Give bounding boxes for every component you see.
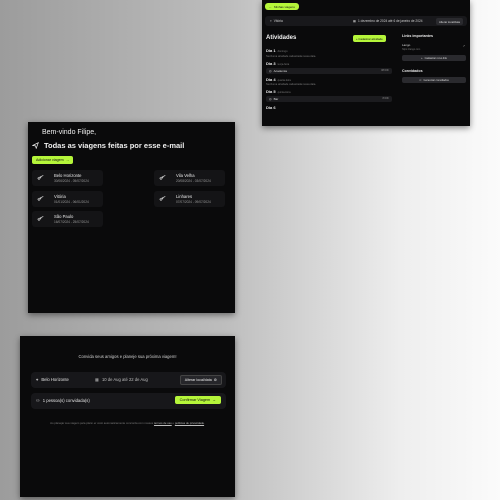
trip-dates: 01/01/2024 - 06/01/2024 <box>54 200 89 204</box>
trip-dates: 07/07/2024 - 09/07/2024 <box>176 200 211 204</box>
manage-guests-label: Gerenciar convidados <box>423 78 449 82</box>
trip-location-row: ⌖ Belo Horizonte ▦ 10 de Aug até 22 de A… <box>31 372 226 388</box>
guests-count-text: 1 pessoa(s) convidada(s) <box>42 398 90 403</box>
plane-icon <box>37 195 44 202</box>
activity-time: 8:00h <box>382 97 390 101</box>
guests-field[interactable]: ⚇ 1 pessoa(s) convidada(s) <box>36 398 90 403</box>
activity-item[interactable]: ◎ Academia 08:00h <box>266 67 392 74</box>
trip-card[interactable]: Vitória 01/01/2024 - 06/01/2024 <box>32 191 103 207</box>
empty-day-text: Nenhuma atividade cadastrada nessa data. <box>266 83 317 86</box>
day-heading: Dia 3 terça-feira <box>266 60 290 66</box>
my-trips-button[interactable]: ← Minhas viagens <box>265 3 299 10</box>
add-trip-button[interactable]: Adicionar viagem → <box>32 156 74 164</box>
day-heading: Dia 4 quarta-feira <box>266 76 291 82</box>
trip-dates: 16/07/2024 - 25/07/2024 <box>54 220 89 224</box>
calendar-icon: ▦ <box>95 377 99 382</box>
trip-name: Belo Horizonte <box>54 173 82 178</box>
trip-card[interactable]: Linhares 07/07/2024 - 09/07/2024 <box>154 191 225 207</box>
map-pin-icon: ⌖ <box>36 377 39 382</box>
my-trips-label: Minhas viagens <box>274 4 295 9</box>
activities-title: Atividades <box>266 35 297 41</box>
trip-dates: 20/08/2024 - 03/07/2024 <box>176 179 211 183</box>
map-pin-icon: ⌖ <box>270 19 272 23</box>
send-icon <box>32 142 39 149</box>
change-location-button[interactable]: Alterar local/data <box>436 18 463 25</box>
user-plus-icon: ⚇ <box>36 398 40 403</box>
activity-time: 08:00h <box>381 68 389 72</box>
terms-link[interactable]: termos de uso <box>154 421 172 425</box>
welcome-text: Bem-vindo Filipe, <box>42 129 97 136</box>
trip-card[interactable]: São Paulo 16/07/2024 - 25/07/2024 <box>32 211 103 227</box>
arrow-right-icon: → <box>212 398 216 402</box>
plane-icon <box>159 174 166 181</box>
users-icon: ⚇ <box>419 78 422 82</box>
arrow-left-icon: ← <box>269 4 272 9</box>
day-heading: Dia 5 quinta-feira <box>266 89 291 94</box>
trip-location: Vitória <box>273 19 283 23</box>
invite-tagline: Convida seus amigos e planeje sua próxim… <box>78 354 177 359</box>
trip-details-window: ← Minhas viagens ⌖ Vitória ▦ 1 dezembro … <box>262 0 470 126</box>
external-link-icon[interactable]: ↗ <box>462 44 465 48</box>
trip-card[interactable]: Belo Horizonte 30/06/2024 - 05/07/2024 <box>32 170 103 186</box>
change-location-button[interactable]: Alterar local/data ⚙ <box>179 375 222 385</box>
destination-text: Belo Horizonte <box>41 377 69 382</box>
empty-day-text: Nenhuma atividade cadastrada nessa data. <box>266 54 317 58</box>
check-circle-icon: ◎ <box>269 97 272 102</box>
link-title[interactable]: Lango <box>402 43 466 47</box>
arrow-right-icon: → <box>65 158 70 162</box>
trip-dates: 1 dezembro de 2024 até 6 de janeiro de 2… <box>358 19 423 23</box>
trips-heading-text: Todas as viagens feitas por esse e-mail <box>44 141 185 150</box>
confirm-trip-label: Confirmar Viagem <box>179 398 211 402</box>
side-panel: Links importantes Lango https://lango.co… <box>402 34 466 83</box>
trips-window: Bem-vindo Filipe, Todas as viagens feita… <box>28 122 235 313</box>
day-heading: Dia 6 <box>266 105 276 110</box>
invite-window: Convida seus amigos e planeje sua próxim… <box>20 336 235 497</box>
confirm-trip-button[interactable]: Confirmar Viagem → <box>174 396 221 404</box>
activity-item[interactable]: ◎ Bar 8:00h <box>266 96 392 102</box>
link-url[interactable]: https://lango.com <box>402 48 466 51</box>
plus-icon: + <box>421 56 423 60</box>
footer-text: Ao planejar sua viagem pela plann.er voc… <box>50 421 154 425</box>
links-title: Links importantes <box>402 34 433 38</box>
footer-end: . <box>204 421 205 425</box>
trips-heading: Todas as viagens feitas por esse e-mail <box>32 141 184 150</box>
activities-list: Dia 1 domingo Nenhuma atividade cadastrad… <box>266 45 392 110</box>
trip-dates: 30/06/2024 - 05/07/2024 <box>54 179 89 183</box>
trip-name: Linhares <box>176 194 193 199</box>
date-range-text: 10 de Aug até 22 de Aug <box>101 377 148 382</box>
trip-name: Vitória <box>54 194 66 199</box>
calendar-icon: ▦ <box>353 19 357 23</box>
plane-icon <box>37 215 44 222</box>
trip-header-bar: ⌖ Vitória ▦ 1 dezembro de 2024 até 6 de … <box>265 16 467 26</box>
plane-icon <box>37 174 44 181</box>
register-link-button[interactable]: + Cadastrar novo link <box>402 55 466 61</box>
terms-footer: Ao planejar sua viagem pela plann.er voc… <box>50 421 205 425</box>
day-heading: Dia 1 domingo <box>266 48 288 53</box>
privacy-link[interactable]: políticas de privacidade <box>175 421 204 425</box>
register-link-label: Cadastrar novo link <box>424 56 447 60</box>
guests-row: ⚇ 1 pessoa(s) convidada(s) Confirmar Via… <box>31 393 226 409</box>
settings-icon: ⚙ <box>213 378 217 382</box>
trip-name: Vila Velha <box>176 173 195 178</box>
activity-name: Bar <box>273 97 279 102</box>
plane-icon <box>159 195 166 202</box>
trip-name: São Paulo <box>54 214 74 219</box>
trip-card[interactable]: Vila Velha 20/08/2024 - 03/07/2024 <box>154 170 225 186</box>
manage-guests-button[interactable]: ⚇ Gerenciar convidados <box>402 77 466 83</box>
activity-name: Academia <box>273 68 287 73</box>
register-activity-button[interactable]: + Cadastrar atividade <box>353 35 386 42</box>
register-activity-label: Cadastrar atividade <box>358 36 383 41</box>
change-location-label: Alterar local/data <box>184 378 212 382</box>
guests-title: Convidados <box>402 69 423 73</box>
check-circle-icon: ◎ <box>269 68 272 73</box>
footer-conjunction: e <box>172 421 175 425</box>
add-trip-label: Adicionar viagem <box>36 158 64 162</box>
